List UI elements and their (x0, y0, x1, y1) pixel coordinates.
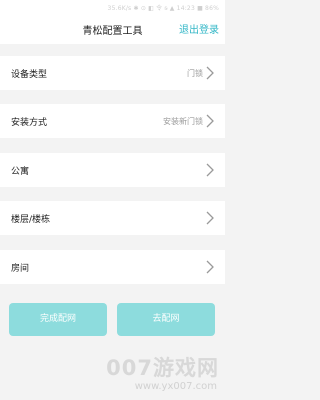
chevron-right-icon (206, 260, 214, 274)
chevron-right-icon (206, 66, 214, 80)
chevron-right-icon (206, 211, 214, 225)
row-label: 公寓 (11, 167, 30, 177)
install-method-row[interactable]: 安装方式 安装新门锁 (0, 104, 225, 138)
status-bar: 35.6K/s ✱ ⊙ ◧ 令 ᵴ ▲ 14:23 ■ 86% (0, 0, 225, 16)
device-type-row[interactable]: 设备类型 门锁 (0, 56, 225, 90)
header-bar: 青松配置工具 退出登录 (0, 16, 225, 44)
chevron-right-icon (206, 163, 214, 177)
watermark-brand: 007游戏网 (106, 356, 219, 380)
row-label: 楼层/楼栋 (11, 215, 51, 225)
watermark-url: www.yx007.com (134, 381, 217, 392)
row-label: 安装方式 (11, 118, 48, 128)
row-value: 安装新门锁 (163, 117, 203, 126)
chevron-right-icon (206, 114, 214, 128)
apartment-row[interactable]: 公寓 (0, 153, 225, 187)
floor-building-row[interactable]: 楼层/楼栋 (0, 201, 225, 235)
watermark: 007游戏网 www.yx007.com (0, 352, 225, 400)
status-text: 35.6K/s ✱ ⊙ ◧ 令 ᵴ ▲ 14:23 ■ 86% (107, 5, 219, 12)
complete-config-button[interactable]: 完成配网 (9, 303, 107, 336)
row-label: 房间 (11, 264, 30, 274)
logout-link[interactable]: 退出登录 (179, 21, 219, 36)
go-config-button[interactable]: 去配网 (117, 303, 215, 336)
room-row[interactable]: 房间 (0, 250, 225, 284)
row-value: 门锁 (187, 69, 203, 78)
row-label: 设备类型 (11, 70, 48, 80)
